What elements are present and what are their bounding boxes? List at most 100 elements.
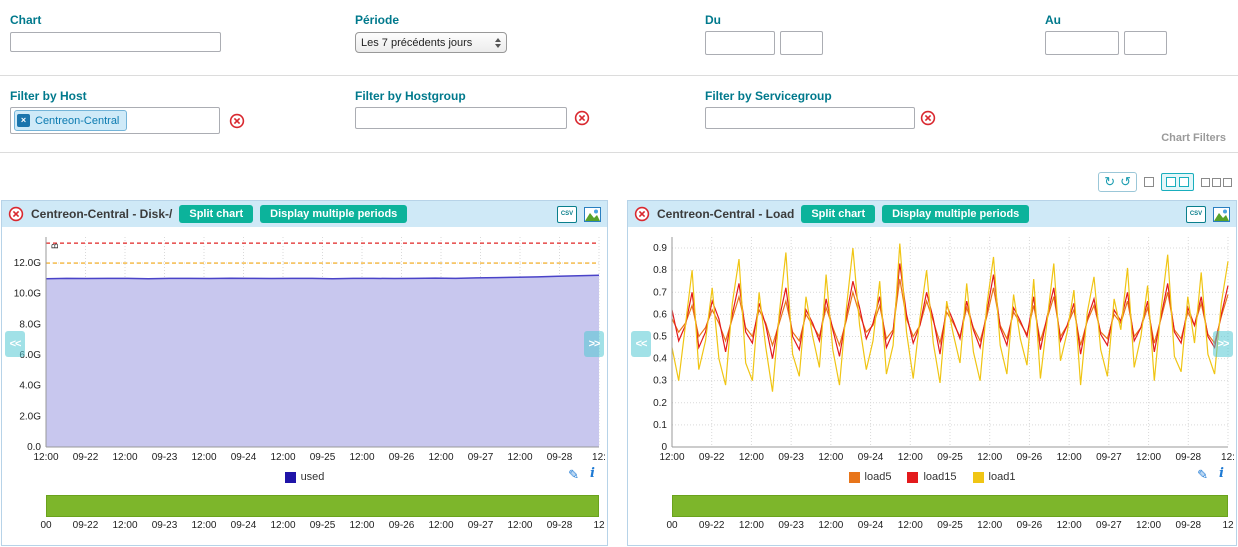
timeline-tick-label: 12 [593,520,604,531]
svg-text:0.5: 0.5 [653,331,667,342]
hostgroup-filter-input[interactable] [355,107,567,129]
timeline-tick-label: 09-26 [389,520,415,531]
timeline-labels: 0009-2212:0009-2312:0009-2412:0009-2512:… [46,520,599,534]
scroll-right-button[interactable]: >> [584,331,604,357]
host-chip-label: Centreon-Central [35,115,119,127]
svg-text:12:00: 12:00 [659,452,684,463]
svg-text:12:00: 12:00 [818,452,843,463]
filter-by-hostgroup-label: Filter by Hostgroup [355,89,466,103]
clear-hostgroup-filter-icon[interactable] [574,110,590,126]
svg-text:4.0G: 4.0G [19,381,41,392]
timeline-tick-label: 00 [40,520,51,531]
rotate-icon[interactable]: ↺ [1120,174,1131,190]
timeline-selector[interactable]: 0009-2212:0009-2312:0009-2412:0009-2512:… [46,495,599,534]
multiple-periods-button[interactable]: Display multiple periods [260,205,407,223]
timeline-tick-label: 12:00 [818,520,843,531]
chart-plot[interactable]: 00.10.20.30.40.50.60.70.80.912:0009-2212… [630,229,1234,467]
timeline-tick-label: 12:00 [739,520,764,531]
svg-text:09-27: 09-27 [468,452,494,463]
chart-legend: load5 load15 load1 [628,469,1236,485]
timeline-selector[interactable]: 0009-2212:0009-2312:0009-2412:0009-2512:… [672,495,1228,534]
clear-servicegroup-filter-icon[interactable] [920,110,936,126]
export-csv-icon[interactable]: CSV [1186,206,1206,223]
split-chart-button[interactable]: Split chart [179,205,253,223]
scroll-left-button[interactable]: << [5,331,25,357]
divider [0,152,1238,153]
au-label: Au [1045,13,1061,27]
legend-item[interactable]: load1 [973,471,1016,483]
remove-chart-icon[interactable] [634,206,650,222]
multiple-periods-button[interactable]: Display multiple periods [882,205,1029,223]
du-time-input[interactable] [780,31,823,55]
divider [0,75,1238,76]
timeline-tick-label: 12:00 [428,520,453,531]
timeline-bar[interactable] [672,495,1228,517]
svg-text:8.0G: 8.0G [19,319,41,330]
refresh-icon[interactable]: ↻ [1104,174,1115,190]
graph-toolbar: ↻ ↺ [1098,172,1232,192]
timeline-tick-label: 09-22 [73,520,99,531]
chip-remove-icon[interactable]: × [17,114,30,127]
au-date-input[interactable] [1045,31,1119,55]
remove-chart-icon[interactable] [8,206,24,222]
panel-header: Centreon-Central - Disk-/ Split chart Di… [2,201,607,227]
host-filter-input[interactable]: × Centreon-Central [10,107,220,134]
svg-text:12:00: 12:00 [898,452,923,463]
svg-text:12:: 12: [1221,452,1234,463]
svg-text:12:00: 12:00 [977,452,1002,463]
clear-host-filter-icon[interactable] [229,113,245,129]
period-select[interactable]: Les 7 précédents jours [355,32,507,53]
panel-title: Centreon-Central - Load [657,207,794,221]
svg-text:09-25: 09-25 [937,452,963,463]
svg-text:0.2: 0.2 [653,398,667,409]
chart-filter-label: Chart [10,13,41,27]
au-time-input[interactable] [1124,31,1167,55]
svg-text:09-22: 09-22 [699,452,725,463]
host-chip[interactable]: × Centreon-Central [14,110,127,131]
chart-info-icon[interactable]: i [590,466,595,481]
edit-chart-icon[interactable]: ✎ [568,467,579,483]
timeline-tick-label: 09-28 [547,520,573,531]
timeline-bar[interactable] [46,495,599,517]
svg-text:2.0G: 2.0G [19,411,41,422]
svg-text:0.7: 0.7 [653,287,667,298]
legend-item[interactable]: used [285,471,325,483]
scroll-left-button[interactable]: << [631,331,651,357]
layout-three-columns-icon[interactable] [1201,178,1232,187]
svg-text:12:00: 12:00 [739,452,764,463]
chart-info-icon[interactable]: i [1219,466,1224,481]
svg-text:B: B [50,243,60,249]
svg-text:09-26: 09-26 [1017,452,1043,463]
legend-item[interactable]: load5 [849,471,892,483]
svg-text:12.0G: 12.0G [14,258,41,269]
servicegroup-filter-input[interactable] [705,107,915,129]
legend-item[interactable]: load15 [907,471,956,483]
export-image-icon[interactable] [584,207,601,222]
du-date-input[interactable] [705,31,775,55]
edit-chart-icon[interactable]: ✎ [1197,467,1208,483]
panel-header: Centreon-Central - Load Split chart Disp… [628,201,1236,227]
svg-text:09-22: 09-22 [73,452,99,463]
period-select-value: Les 7 précédents jours [361,37,472,49]
svg-text:09-28: 09-28 [547,452,573,463]
chart-plot[interactable]: 0.02.0G4.0G6.0G8.0G10.0G12.0G12:0009-221… [4,229,605,467]
export-csv-icon[interactable]: CSV [557,206,577,223]
timeline-tick-label: 12:00 [349,520,374,531]
chart-filter-input[interactable] [10,32,221,52]
timeline-labels: 0009-2212:0009-2312:0009-2412:0009-2512:… [672,520,1228,534]
svg-text:09-26: 09-26 [389,452,415,463]
svg-text:12:00: 12:00 [349,452,374,463]
timeline-tick-label: 09-27 [1096,520,1122,531]
svg-text:12:00: 12:00 [428,452,453,463]
scroll-right-button[interactable]: >> [1213,331,1233,357]
svg-text:0.6: 0.6 [653,309,667,320]
export-image-icon[interactable] [1213,207,1230,222]
timeline-tick-label: 12:00 [1057,520,1082,531]
svg-text:12:00: 12:00 [112,452,137,463]
split-chart-button[interactable]: Split chart [801,205,875,223]
layout-two-columns-icon[interactable] [1161,173,1194,191]
svg-text:12:00: 12:00 [270,452,295,463]
refresh-controls: ↻ ↺ [1098,172,1137,192]
layout-single-icon[interactable] [1144,177,1154,187]
timeline-tick-label: 12:00 [271,520,296,531]
